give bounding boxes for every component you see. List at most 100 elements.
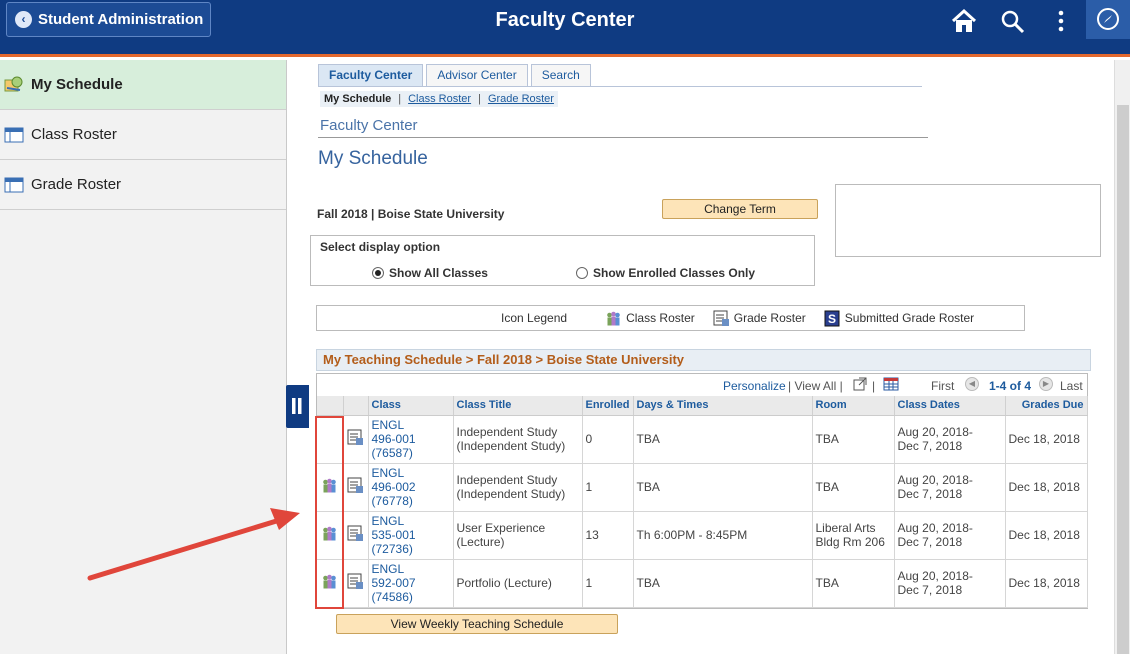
personalize-link[interactable]: Personalize: [723, 379, 786, 393]
enrolled-cell: 1: [582, 559, 634, 608]
tab-faculty-center[interactable]: Faculty Center: [318, 64, 424, 86]
grid-title: My Teaching Schedule > Fall 2018 > Boise…: [316, 349, 1091, 371]
column-header-grades-due[interactable]: Grades Due: [1005, 396, 1088, 416]
column-header-days-times[interactable]: Days & Times: [633, 396, 813, 416]
compass-icon: [1097, 8, 1119, 30]
class-dates-cell: Aug 20, 2018- Dec 7, 2018: [894, 463, 1006, 512]
sidebar-item-label: Class Roster: [31, 126, 117, 143]
last-page-link[interactable]: Last: [1060, 379, 1083, 393]
previous-arrow-icon[interactable]: ◀: [965, 377, 979, 391]
days-times-cell: Th 6:00PM - 8:45PM: [633, 511, 813, 560]
teaching-schedule-grid: Personalize | View All | | First ◀ 1-4 o…: [316, 373, 1088, 609]
first-page-link[interactable]: First: [931, 379, 954, 393]
grade-roster-icon: [713, 310, 729, 326]
grade-roster-icon[interactable]: [347, 429, 364, 446]
grades-due-cell: Dec 18, 2018: [1005, 463, 1088, 512]
section-label: Faculty Center: [320, 117, 418, 134]
grade-roster-cell[interactable]: [343, 415, 369, 464]
class-title-cell: Independent Study (Independent Study): [453, 415, 583, 464]
room-cell: TBA: [812, 415, 895, 464]
annotation-highlight-box: [315, 416, 344, 609]
radio-show-all[interactable]: Show All Classes: [372, 266, 488, 280]
download-spreadsheet-icon[interactable]: [883, 377, 899, 391]
column-header-class-title[interactable]: Class Title: [453, 396, 583, 416]
days-times-cell: TBA: [633, 415, 813, 464]
navbar-button[interactable]: [1086, 0, 1130, 39]
table-row: ENGL 496-002 (76778) Independent Study (Inde…: [317, 463, 1088, 512]
table-header-row: Class Class Title Enrolled Days & Times …: [317, 396, 1088, 416]
table-row: ENGL 592-007 (74586) Portfolio (Lecture) 1 TB…: [317, 559, 1088, 608]
new-window-icon[interactable]: [853, 377, 867, 391]
class-title-cell: User Experience (Lecture): [453, 511, 583, 560]
view-all-link[interactable]: | View All |: [788, 379, 843, 393]
class-link[interactable]: ENGL 592-007 (74586): [368, 559, 454, 608]
sidebar-item-my-schedule[interactable]: My Schedule: [0, 60, 286, 110]
radio-show-enrolled[interactable]: Show Enrolled Classes Only: [576, 266, 755, 280]
submitted-grade-roster-icon: S: [824, 310, 840, 326]
sidebar-item-label: Grade Roster: [31, 176, 122, 193]
tab-search[interactable]: Search: [530, 64, 591, 86]
column-header-room[interactable]: Room: [812, 396, 895, 416]
legend-item-grade-roster: Grade Roster: [713, 310, 806, 327]
radio-selected-icon: [372, 267, 384, 279]
column-header-icon: [343, 396, 369, 416]
change-term-button[interactable]: Change Term: [662, 199, 818, 219]
radio-unselected-icon: [576, 267, 588, 279]
more-options-icon[interactable]: [1046, 7, 1076, 35]
class-link[interactable]: ENGL 496-001 (76587): [368, 415, 454, 464]
table-row: ENGL 535-001 (72736) User Experience (Lectur…: [317, 511, 1088, 560]
grade-roster-icon[interactable]: [347, 525, 364, 542]
grades-due-cell: Dec 18, 2018: [1005, 415, 1088, 464]
tab-advisor-center[interactable]: Advisor Center: [426, 64, 528, 86]
empty-panel: [835, 184, 1101, 257]
grade-roster-cell[interactable]: [343, 511, 369, 560]
room-cell: Liberal Arts Bldg Rm 206: [812, 511, 895, 560]
schedule-table: Class Class Title Enrolled Days & Times …: [317, 396, 1088, 608]
legend-item-class-roster: Class Roster: [605, 310, 695, 327]
roster-icon: [4, 127, 24, 142]
class-link[interactable]: ENGL 535-001 (72736): [368, 511, 454, 560]
sidebar-item-grade-roster[interactable]: Grade Roster: [0, 160, 286, 210]
grades-due-cell: Dec 18, 2018: [1005, 511, 1088, 560]
home-icon[interactable]: [949, 7, 979, 35]
term-label: Fall 2018 | Boise State University: [317, 207, 505, 221]
tab-bar: Faculty Center Advisor Center Search: [318, 64, 594, 86]
sidebar-item-label: My Schedule: [31, 76, 123, 93]
grade-roster-cell[interactable]: [343, 559, 369, 608]
subnav-link-class-roster[interactable]: Class Roster: [408, 93, 471, 105]
view-weekly-schedule-button[interactable]: View Weekly Teaching Schedule: [336, 614, 618, 634]
legend-label: Class Roster: [626, 311, 695, 325]
search-icon[interactable]: [998, 7, 1028, 35]
svg-text:S: S: [828, 312, 836, 326]
table-row: ENGL 496-001 (76587) Independent Study (Inde…: [317, 415, 1088, 464]
display-option-group: Select display option Show All Classes S…: [310, 235, 815, 286]
class-link[interactable]: ENGL 496-002 (76778): [368, 463, 454, 512]
scrollbar-thumb[interactable]: [1117, 105, 1129, 654]
grade-roster-icon[interactable]: [347, 477, 364, 494]
class-roster-icon: [607, 311, 620, 325]
sidebar-item-class-roster[interactable]: Class Roster: [0, 110, 286, 160]
view-all-label: View All: [794, 379, 837, 393]
room-cell: TBA: [812, 559, 895, 608]
top-header: ‹ Student Administration Faculty Center: [0, 0, 1130, 57]
radio-label: Show All Classes: [389, 266, 488, 280]
vertical-scrollbar[interactable]: [1114, 60, 1130, 654]
page-title: My Schedule: [318, 148, 428, 169]
column-header-enrolled[interactable]: Enrolled: [582, 396, 634, 416]
next-arrow-icon[interactable]: ▶: [1039, 377, 1053, 391]
legend-label: Grade Roster: [733, 311, 806, 325]
collapse-sidebar-handle[interactable]: [286, 385, 309, 428]
class-dates-cell: Aug 20, 2018- Dec 7, 2018: [894, 415, 1006, 464]
subnav-separator: |: [398, 93, 402, 105]
roster-icon: [4, 177, 24, 192]
grade-roster-cell[interactable]: [343, 463, 369, 512]
display-option-label: Select display option: [320, 240, 441, 254]
grade-roster-icon[interactable]: [347, 573, 364, 590]
row-range: 1-4 of 4: [989, 379, 1032, 393]
sub-navigation: My Schedule | Class Roster | Grade Roste…: [320, 91, 558, 107]
subnav-separator: |: [478, 93, 481, 105]
column-header-class-dates[interactable]: Class Dates: [894, 396, 1006, 416]
sidebar: My Schedule Class Roster Grade Roster: [0, 60, 287, 654]
column-header-class[interactable]: Class: [368, 396, 454, 416]
subnav-link-grade-roster[interactable]: Grade Roster: [488, 93, 554, 105]
